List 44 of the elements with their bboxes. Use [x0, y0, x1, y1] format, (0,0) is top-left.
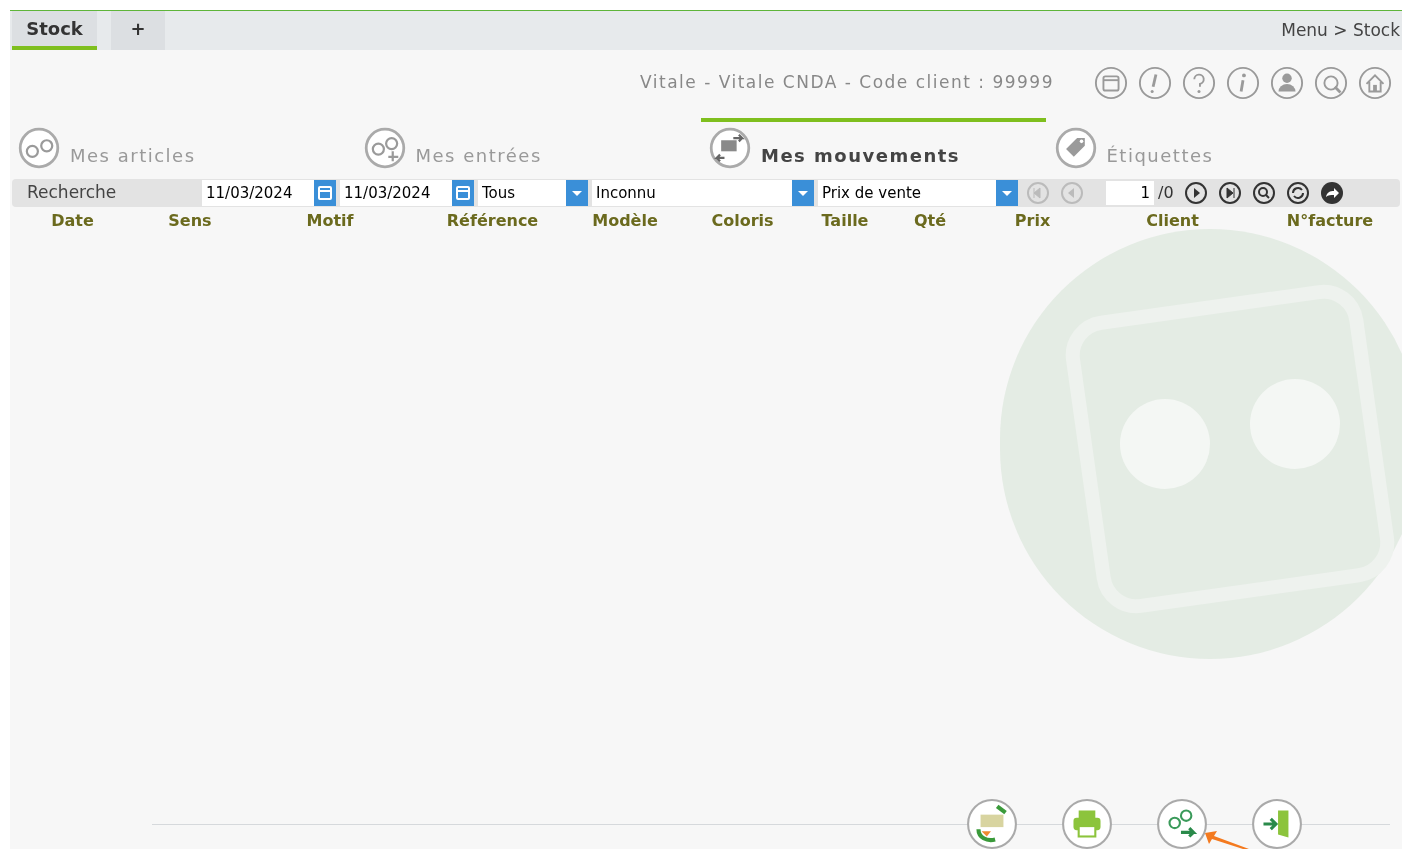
tab[interactable]: Stock: [12, 11, 97, 50]
column-header: Motif: [305, 210, 355, 232]
column-header: Prix: [1013, 210, 1052, 232]
page-field[interactable]: 1: [1106, 181, 1154, 205]
reason-dropdown[interactable]: Inconnu: [592, 180, 792, 206]
refresh-icon[interactable]: [1285, 181, 1310, 205]
user-icon[interactable]: [1270, 66, 1304, 100]
column-header: N°facture: [1285, 210, 1375, 232]
transfer-icon: [709, 127, 751, 169]
column-header: Client: [1145, 210, 1200, 232]
dropdown-caret-icon[interactable]: [792, 180, 814, 206]
column-header: Sens: [167, 210, 213, 232]
help-icon[interactable]: [1182, 66, 1216, 100]
alert-icon[interactable]: [1138, 66, 1172, 100]
section-tab[interactable]: Mes mouvements: [701, 118, 1046, 175]
forward-icon[interactable]: [1319, 181, 1344, 205]
breadcrumb: Menu > Stock: [1281, 18, 1400, 42]
column-header: Qté: [912, 210, 948, 232]
column-header: Modèle: [591, 210, 659, 232]
column-header: Date: [50, 210, 95, 232]
date-field[interactable]: 11/03/2024: [340, 180, 452, 206]
search-label: Recherche: [26, 181, 118, 205]
print-icon[interactable]: [1061, 798, 1113, 849]
exit-door-icon[interactable]: [1251, 798, 1303, 849]
column-header: Référence: [445, 210, 540, 232]
dropdown-caret-icon[interactable]: [566, 180, 588, 206]
last-page-icon[interactable]: [1217, 181, 1242, 205]
price-type-dropdown[interactable]: Prix de vente: [818, 180, 996, 206]
search-icon[interactable]: [1251, 181, 1276, 205]
tab[interactable]: +: [111, 11, 165, 50]
date-field[interactable]: 11/03/2024: [202, 180, 314, 206]
next-page-icon[interactable]: [1183, 181, 1208, 205]
client-info: Vitale - Vitale CNDA - Code client : 99999: [640, 71, 1054, 95]
glasses-icon: [363, 127, 406, 169]
glasses-icon: [18, 127, 60, 169]
pointer-arrow: [1203, 830, 1251, 849]
column-header: Taille: [820, 210, 870, 232]
dropdown-caret-icon[interactable]: [996, 180, 1018, 206]
tag-icon: [1054, 127, 1097, 169]
column-header: Coloris: [710, 210, 775, 232]
direction-dropdown[interactable]: Tous: [478, 180, 566, 206]
page-total: /0: [1158, 182, 1174, 204]
home-icon[interactable]: [1358, 66, 1392, 100]
info-icon[interactable]: [1226, 66, 1260, 100]
